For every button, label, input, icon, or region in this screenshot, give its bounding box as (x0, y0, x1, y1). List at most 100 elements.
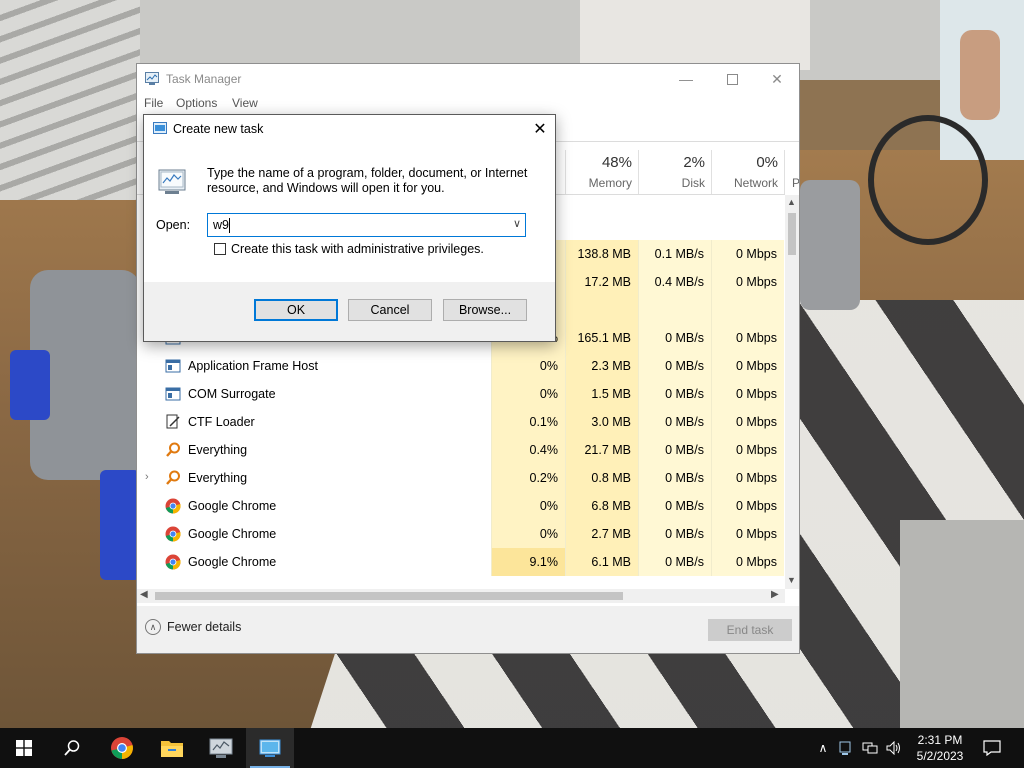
file-explorer-icon (161, 741, 183, 757)
chrome-icon (165, 526, 181, 542)
taskbar-remote-app[interactable] (197, 728, 245, 768)
network-cell: 0 Mbps (711, 548, 784, 576)
memory-cell: 2.7 MB (565, 520, 638, 548)
run-program-icon (158, 169, 186, 194)
memory-cell: 6.8 MB (565, 492, 638, 520)
table-row[interactable]: Google Chrome 9.1% 6.1 MB 0 MB/s 0 Mbps (137, 548, 785, 576)
scroll-thumb[interactable] (155, 592, 623, 600)
end-task-button[interactable]: End task (708, 619, 792, 641)
task-manager-footer: ∧ Fewer details End task (137, 606, 799, 653)
column-header-network[interactable]: 0% Network (711, 150, 784, 194)
chrome-icon (165, 554, 181, 570)
dialog-title-bar[interactable]: Create new task ✕ (144, 115, 555, 143)
browse-button[interactable]: Browse... (443, 299, 527, 321)
app-window-icon (165, 387, 181, 401)
title-bar[interactable]: Task Manager — ✕ (137, 64, 799, 94)
disk-cell: 0 MB/s (638, 324, 711, 352)
table-row[interactable]: COM Surrogate 0% 1.5 MB 0 MB/s 0 Mbps (137, 380, 785, 408)
open-input-value[interactable]: w9 (213, 218, 229, 232)
memory-percent: 48% (601, 154, 632, 171)
cpu-cell: 0.1% (491, 408, 565, 436)
network-cell: 0 Mbps (711, 436, 784, 464)
action-center-button[interactable] (978, 728, 1006, 768)
chevron-up-icon: ∧ (818, 741, 828, 755)
volume-button[interactable] (884, 728, 904, 768)
vertical-scrollbar[interactable]: ▲ ▼ (785, 195, 799, 589)
column-header-power[interactable]: P (784, 150, 799, 194)
menu-options[interactable]: Options (176, 96, 217, 110)
taskbar-task-manager[interactable] (246, 728, 294, 768)
minimize-button[interactable]: — (663, 64, 709, 94)
chevron-right-icon[interactable]: › (145, 471, 149, 483)
memory-cell: 165.1 MB (565, 324, 638, 352)
text-caret (229, 218, 230, 233)
network-cell: 0 Mbps (711, 240, 784, 268)
taskbar-chrome[interactable] (98, 728, 146, 768)
wallpaper-wheelchair (868, 115, 988, 245)
clock-time: 2:31 PM (917, 733, 963, 747)
memory-cell: 3.0 MB (565, 408, 638, 436)
disk-label: Disk (681, 176, 705, 190)
power-label: P (792, 176, 799, 190)
fewer-details-button[interactable]: ∧ Fewer details (145, 619, 241, 635)
wallpaper-floor-tile (900, 520, 1024, 728)
table-row[interactable]: Application Frame Host 0% 2.3 MB 0 MB/s 0 Mb… (137, 352, 785, 380)
chrome-icon (111, 737, 133, 759)
checkbox-box[interactable] (214, 243, 226, 255)
scroll-down-icon[interactable]: ▼ (787, 575, 796, 585)
dialog-button-bar: OK Cancel Browse... (144, 282, 555, 341)
show-hidden-icons-button[interactable]: ∧ (814, 728, 832, 768)
menu-bar: File Options View (137, 94, 799, 114)
network-cell: 0 Mbps (711, 464, 784, 492)
tray-app-button[interactable] (836, 728, 854, 768)
scroll-thumb[interactable] (788, 213, 796, 255)
disk-cell: 0 MB/s (638, 380, 711, 408)
search-icon (64, 740, 80, 756)
network-cell: 0 Mbps (711, 520, 784, 548)
maximize-icon (726, 73, 738, 85)
wallpaper-blue-object (10, 350, 50, 420)
menu-file[interactable]: File (144, 96, 163, 110)
network-cell: 0 Mbps (711, 380, 784, 408)
network-percent: 0% (756, 154, 778, 171)
cancel-button[interactable]: Cancel (348, 299, 432, 321)
memory-cell: 0.8 MB (565, 464, 638, 492)
search-button[interactable] (48, 728, 96, 768)
column-header-memory[interactable]: 48% Memory (565, 150, 638, 194)
wallpaper-kitchen-counter (580, 0, 810, 70)
ok-button[interactable]: OK (254, 299, 338, 321)
dialog-close-button[interactable]: ✕ (525, 115, 555, 143)
table-row[interactable]: CTF Loader 0.1% 3.0 MB 0 MB/s 0 Mbps (137, 408, 785, 436)
cpu-cell: 9.1% (491, 548, 565, 576)
scroll-left-icon[interactable]: ◀ (140, 589, 148, 600)
horizontal-scrollbar[interactable]: ◀ ▶ (137, 589, 785, 603)
open-combobox[interactable]: w9 ∨ (207, 213, 526, 237)
process-name: Everything (188, 443, 248, 457)
cpu-cell: 0% (491, 520, 565, 548)
scroll-up-icon[interactable]: ▲ (787, 197, 796, 207)
scroll-right-icon[interactable]: ▶ (771, 589, 779, 600)
network-cell: 0 Mbps (711, 492, 784, 520)
network-cell: 0 Mbps (711, 324, 784, 352)
taskbar-file-explorer[interactable] (148, 728, 196, 768)
column-header-disk[interactable]: 2% Disk (638, 150, 711, 194)
disk-cell: 0 MB/s (638, 352, 711, 380)
network-cell: 0 Mbps (711, 268, 784, 296)
cpu-cell: 0.2% (491, 464, 565, 492)
chevron-down-icon[interactable]: ∨ (513, 217, 521, 230)
table-row[interactable]: › Everything 0.2% 0.8 MB 0 MB/s 0 Mbps (137, 464, 785, 492)
maximize-button[interactable] (709, 64, 755, 94)
start-button[interactable] (0, 728, 48, 768)
close-button[interactable]: ✕ (754, 64, 800, 94)
table-row[interactable]: Google Chrome 0% 2.7 MB 0 MB/s 0 Mbps (137, 520, 785, 548)
network-button[interactable] (860, 728, 880, 768)
magnifier-icon (166, 442, 180, 457)
table-row[interactable]: Everything 0.4% 21.7 MB 0 MB/s 0 Mbps (137, 436, 785, 464)
menu-view[interactable]: View (232, 96, 258, 110)
admin-privileges-checkbox[interactable]: Create this task with administrative pri… (214, 242, 484, 256)
taskbar-clock[interactable]: 2:31 PM 5/2/2023 (914, 732, 966, 764)
disk-cell: 0 MB/s (638, 548, 711, 576)
table-row[interactable]: Google Chrome 0% 6.8 MB 0 MB/s 0 Mbps (137, 492, 785, 520)
start-icon (16, 740, 32, 756)
network-cell: 0 Mbps (711, 352, 784, 380)
